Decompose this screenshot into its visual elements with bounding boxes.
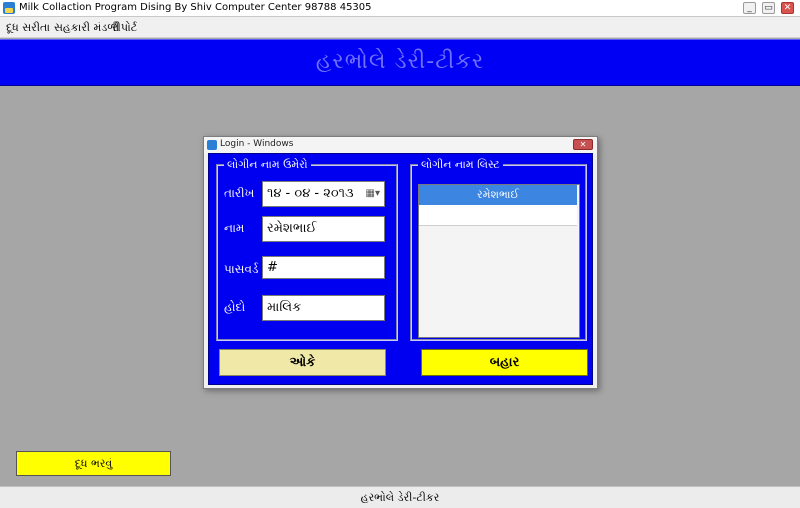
app-icon bbox=[3, 2, 15, 14]
password-label: પાસવર્ડ bbox=[224, 262, 259, 276]
window-title-bar: Milk Collaction Program Dising By Shiv C… bbox=[0, 0, 800, 17]
status-bar: હરભોલે ડેરી-ટીકર bbox=[0, 486, 800, 508]
dialog-close-button[interactable]: ✕ bbox=[573, 139, 593, 150]
menu-item-report[interactable]: રીપોર્ટ bbox=[112, 21, 137, 35]
header-title: હરભોલે ડેરી-ટીકર bbox=[315, 49, 485, 74]
name-label: નામ bbox=[224, 221, 245, 235]
date-picker[interactable]: ૧૪ - ૦૪ - ૨૦૧૩ ▦▾ bbox=[262, 181, 385, 207]
close-button[interactable]: ✕ bbox=[781, 2, 794, 14]
add-login-group: લોગીન નામ ઉમેરો તારીખ ૧૪ - ૦૪ - ૨૦૧૩ ▦▾ … bbox=[216, 158, 398, 341]
login-list-legend: લોગીન નામ લિસ્ટ bbox=[421, 158, 500, 171]
header-banner: હરભોલે ડેરી-ટીકર bbox=[0, 39, 800, 86]
login-list-group: લોગીન નામ લિસ્ટ રમેશભાઈ bbox=[410, 158, 587, 341]
calendar-dropdown-icon[interactable]: ▦▾ bbox=[366, 188, 380, 199]
date-label: તારીખ bbox=[224, 186, 255, 200]
designation-field[interactable]: માલિક bbox=[262, 295, 385, 321]
exit-button[interactable]: બહાર bbox=[421, 349, 588, 376]
menu-bar: દૂધ સરીતા સહકારી મંડળી રીપોર્ટ bbox=[0, 17, 800, 38]
menu-item-cooperative[interactable]: સહકારી મંડળી bbox=[54, 21, 119, 35]
date-value: ૧૪ - ૦૪ - ૨૦૧૩ bbox=[267, 186, 354, 201]
login-dialog: Login - Windows ✕ લોગીન નામ ઉમેરો તારીખ … bbox=[203, 136, 598, 389]
menu-item-milk-sarita[interactable]: દૂધ સરીતા bbox=[6, 21, 50, 35]
password-field[interactable]: # bbox=[262, 256, 385, 279]
list-item[interactable]: રમેશભાઈ bbox=[419, 185, 577, 205]
dialog-icon bbox=[207, 140, 217, 150]
login-name-list[interactable]: રમેશભાઈ bbox=[418, 184, 580, 338]
window-title: Milk Collaction Program Dising By Shiv C… bbox=[19, 2, 372, 13]
minimize-button[interactable]: _ bbox=[743, 2, 756, 14]
dialog-title-bar: Login - Windows ✕ bbox=[204, 137, 597, 153]
ok-button[interactable]: ઓકે bbox=[219, 349, 386, 376]
name-field[interactable]: રમેશભાઈ bbox=[262, 216, 385, 242]
dialog-body: લોગીન નામ ઉમેરો તારીખ ૧૪ - ૦૪ - ૨૦૧૩ ▦▾ … bbox=[208, 153, 593, 385]
dialog-title: Login - Windows bbox=[220, 139, 294, 149]
maximize-button[interactable]: ▭ bbox=[762, 2, 775, 14]
status-text: હરભોલે ડેરી-ટીકર bbox=[360, 491, 440, 504]
add-login-legend: લોગીન નામ ઉમેરો bbox=[227, 158, 308, 171]
list-item-empty[interactable] bbox=[419, 205, 577, 226]
fill-milk-button[interactable]: દૂધ ભરવું bbox=[16, 451, 171, 476]
designation-label: હોદો bbox=[224, 300, 246, 314]
